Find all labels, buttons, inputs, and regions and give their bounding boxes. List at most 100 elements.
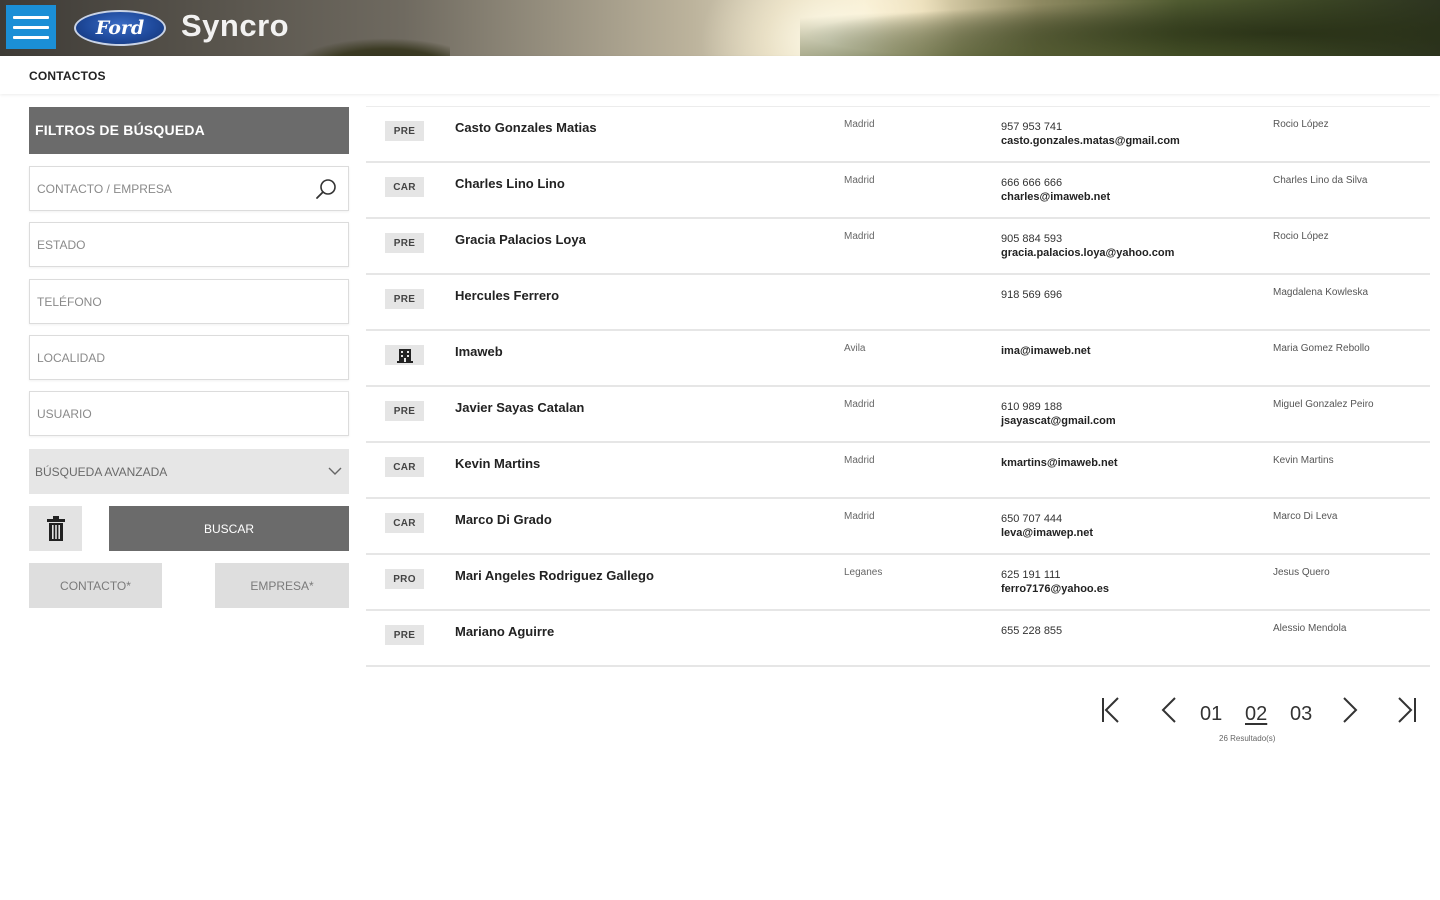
contact-company-field[interactable] <box>29 166 349 211</box>
app-brand-title: Syncro <box>181 8 290 43</box>
contact-owner: Charles Lino da Silva <box>1273 175 1368 186</box>
next-page-icon[interactable] <box>1336 694 1364 726</box>
localidad-input[interactable] <box>37 350 297 365</box>
contact-name[interactable]: Javier Sayas Catalan <box>455 400 584 415</box>
search-button[interactable]: BUSCAR <box>109 506 349 551</box>
contact-type-badge: PRE <box>385 121 424 141</box>
contact-name[interactable]: Hercules Ferrero <box>455 288 559 303</box>
contact-phone: 610 989 188 <box>1001 401 1063 413</box>
company-type-button[interactable]: EMPRESA* <box>215 563 349 608</box>
contact-row[interactable]: CAR Marco Di Grado Madrid 650 707 444 leva@i… <box>366 499 1430 555</box>
contact-phone: 905 884 593 <box>1001 233 1063 245</box>
contact-type-badge: CAR <box>385 177 424 197</box>
contact-owner: Rocio López <box>1273 231 1329 242</box>
contact-row[interactable]: CAR Kevin Martins Madrid kmartins@imaweb.ne… <box>366 443 1430 499</box>
contact-owner: Maria Gomez Rebollo <box>1273 343 1370 354</box>
contact-row[interactable]: Imaweb Avila ima@imaweb.net Maria Gomez Reb… <box>366 331 1430 387</box>
hamburger-icon-bar <box>13 15 49 19</box>
contact-owner: Marco Di Leva <box>1273 511 1338 522</box>
usuario-field[interactable] <box>29 391 349 436</box>
contact-email: ima@imaweb.net <box>1001 345 1091 357</box>
contact-phone: 666 666 666 <box>1001 177 1063 189</box>
contact-company-input[interactable] <box>37 181 297 196</box>
trash-icon <box>46 515 65 541</box>
contact-row[interactable]: PRE Javier Sayas Catalan Madrid 610 989 188… <box>366 387 1430 443</box>
contact-name[interactable]: Kevin Martins <box>455 456 540 471</box>
clear-filters-button[interactable] <box>29 506 82 551</box>
contact-phone: 918 569 696 <box>1001 289 1063 301</box>
contact-phone: 650 707 444 <box>1001 513 1063 525</box>
last-page-icon[interactable] <box>1394 694 1422 726</box>
page-number[interactable]: 01 <box>1200 703 1222 726</box>
ford-logo-text: Ford <box>95 17 145 39</box>
search-icon[interactable] <box>314 177 338 201</box>
results-count: 26 Resultado(s) <box>1219 734 1276 743</box>
hamburger-menu-button[interactable] <box>6 5 56 49</box>
first-page-icon[interactable] <box>1098 694 1126 726</box>
contacts-list: PRE Casto Gonzales Matias Madrid 957 953 74… <box>366 106 1430 667</box>
page-number[interactable]: 03 <box>1290 703 1312 726</box>
header-background-hills <box>290 38 450 56</box>
contact-email: ferro7176@yahoo.es <box>1001 583 1109 595</box>
ford-logo: Ford <box>74 10 166 46</box>
contact-name[interactable]: Casto Gonzales Matias <box>455 120 597 135</box>
contact-type-button[interactable]: CONTACTO* <box>29 563 162 608</box>
contact-phone: 625 191 111 <box>1001 569 1061 581</box>
contact-city: Madrid <box>844 175 875 186</box>
contact-city: Madrid <box>844 399 875 410</box>
contact-owner: Alessio Mendola <box>1273 623 1347 634</box>
contact-email: kmartins@imaweb.net <box>1001 457 1118 469</box>
contact-row[interactable]: PRE Hercules Ferrero 918 569 696 Magdalena … <box>366 275 1430 331</box>
hamburger-icon-bar <box>13 25 49 29</box>
contact-name[interactable]: Charles Lino Lino <box>455 176 565 191</box>
contact-type-badge: PRE <box>385 625 424 645</box>
contact-city: Leganes <box>844 567 883 578</box>
estado-field[interactable] <box>29 222 349 267</box>
contact-email: jsayascat@gmail.com <box>1001 415 1116 427</box>
contact-city: Madrid <box>844 119 875 130</box>
contact-name[interactable]: Imaweb <box>455 344 503 359</box>
contact-name[interactable]: Marco Di Grado <box>455 512 552 527</box>
app-header: Ford Syncro <box>0 0 1440 56</box>
contact-city: Madrid <box>844 511 875 522</box>
contact-row[interactable]: PRE Mariano Aguirre 655 228 855 Alessio Men… <box>366 611 1430 667</box>
usuario-input[interactable] <box>37 406 297 421</box>
advanced-search-toggle[interactable]: BÚSQUEDA AVANZADA <box>29 449 349 494</box>
contact-row[interactable]: CAR Charles Lino Lino Madrid 666 666 666 cha… <box>366 163 1430 219</box>
contact-city: Madrid <box>844 231 875 242</box>
hamburger-icon-bar <box>13 35 49 39</box>
contact-name[interactable]: Mariano Aguirre <box>455 624 554 639</box>
contact-row[interactable]: PRE Gracia Palacios Loya Madrid 905 884 593… <box>366 219 1430 275</box>
contact-email: leva@imawep.net <box>1001 527 1094 539</box>
contact-row[interactable]: PRO Mari Angeles Rodriguez Gallego Leganes… <box>366 555 1430 611</box>
contact-type-badge: PRE <box>385 233 424 253</box>
localidad-field[interactable] <box>29 335 349 380</box>
contact-type-badge: PRE <box>385 401 424 421</box>
contact-type-badge: PRE <box>385 289 424 309</box>
breadcrumb: CONTACTOS <box>0 56 1440 94</box>
page-number-current[interactable]: 02 <box>1245 703 1267 726</box>
contact-type-badge: PRO <box>385 569 424 589</box>
page-title: CONTACTOS <box>29 69 106 83</box>
chevron-down-icon <box>328 467 342 475</box>
header-background-trees <box>800 0 1440 56</box>
contact-owner: Jesus Quero <box>1273 567 1330 578</box>
contact-city: Avila <box>844 343 866 354</box>
telefono-field[interactable] <box>29 279 349 324</box>
contact-owner: Magdalena Kowleska <box>1273 287 1369 298</box>
contact-owner: Rocio López <box>1273 119 1329 130</box>
estado-input[interactable] <box>37 237 297 252</box>
contact-email: casto.gonzales.matas@gmail.com <box>1001 135 1180 147</box>
contact-name[interactable]: Mari Angeles Rodriguez Gallego <box>455 568 654 583</box>
building-icon <box>396 349 413 363</box>
contact-type-badge: CAR <box>385 513 424 533</box>
contact-phone: 957 953 741 <box>1001 121 1063 133</box>
contact-owner: Miguel Gonzalez Peiro <box>1273 399 1374 410</box>
company-building-icon <box>385 345 424 365</box>
telefono-input[interactable] <box>37 294 297 309</box>
previous-page-icon[interactable] <box>1157 694 1185 726</box>
contact-row[interactable]: PRE Casto Gonzales Matias Madrid 957 953 74… <box>366 107 1430 163</box>
contact-email: charles@imaweb.net <box>1001 191 1111 203</box>
contact-name[interactable]: Gracia Palacios Loya <box>455 232 586 247</box>
contact-city: Madrid <box>844 455 875 466</box>
